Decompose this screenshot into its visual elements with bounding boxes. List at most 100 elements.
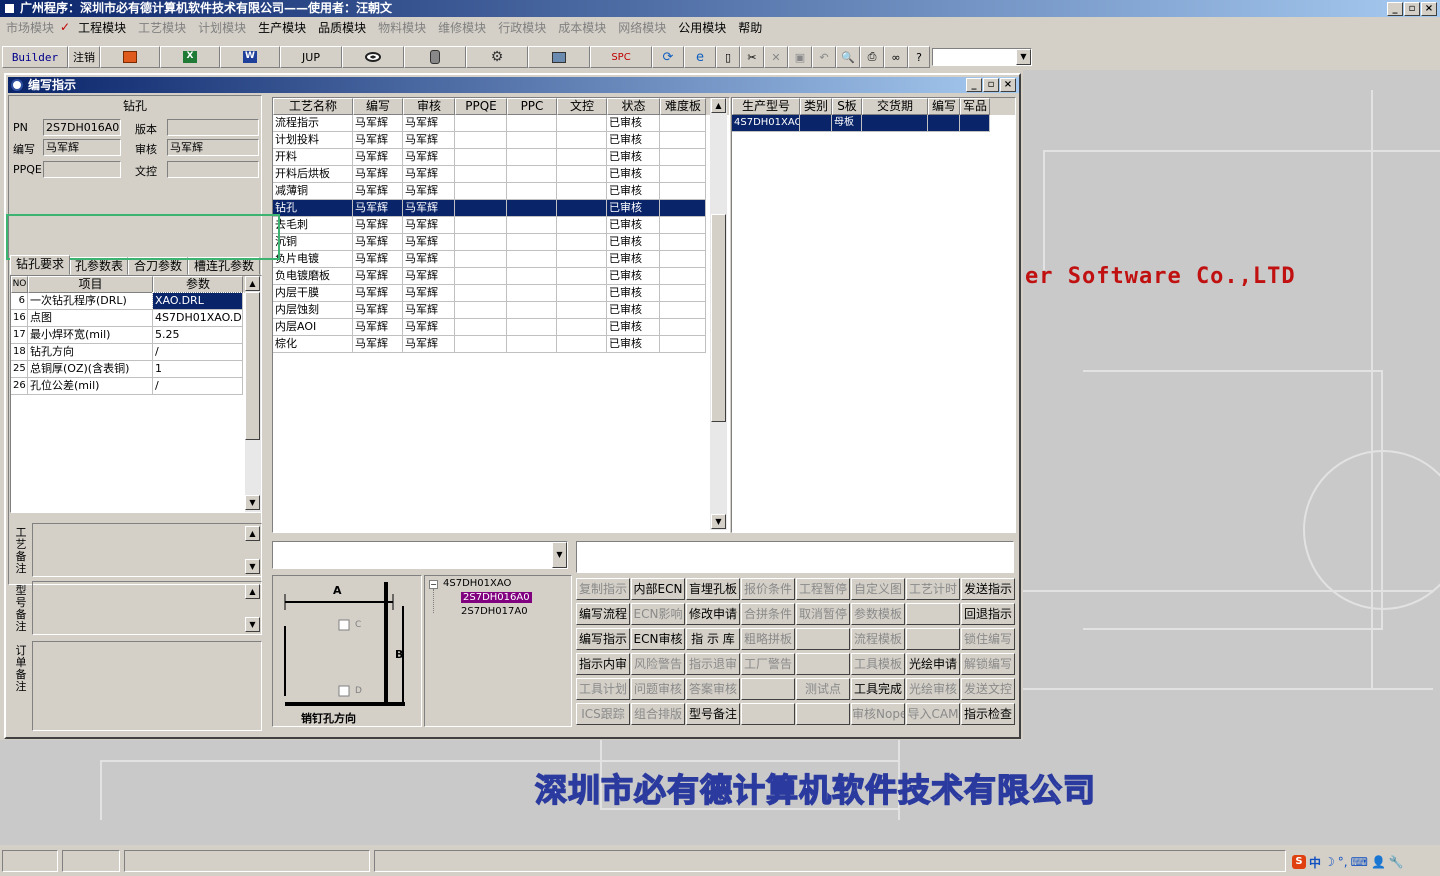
process-row[interactable]: 内层蚀刻 马军辉 马军辉 已审核 bbox=[273, 302, 729, 319]
process-row[interactable]: 减薄铜 马军辉 马军辉 已审核 bbox=[273, 183, 729, 200]
action-button[interactable]: 指 示 库 bbox=[686, 628, 740, 650]
action-button[interactable] bbox=[906, 603, 960, 625]
process-row[interactable]: 内层AOI 马军辉 马军辉 已审核 bbox=[273, 319, 729, 336]
preview-button[interactable]: 🔍 bbox=[836, 46, 860, 68]
action-button[interactable]: 取消暂停 bbox=[796, 603, 850, 625]
menu-item[interactable]: 物料模块 bbox=[372, 19, 432, 36]
scroll-down-icon[interactable]: ▼ bbox=[245, 495, 260, 510]
param-row[interactable]: 17 最小焊环宽(mil) 5.25 bbox=[11, 327, 261, 344]
process-col-header[interactable]: 状态 bbox=[607, 98, 660, 115]
order-note-box[interactable] bbox=[32, 641, 262, 731]
action-button[interactable]: 审核Nope bbox=[851, 703, 905, 725]
action-button[interactable]: 测试点 bbox=[796, 678, 850, 700]
action-button[interactable] bbox=[741, 703, 795, 725]
param-row[interactable]: 25 总铜厚(OZ)(含表铜) 1 bbox=[11, 361, 261, 378]
process-row[interactable]: 流程指示 马军辉 马军辉 已审核 bbox=[273, 115, 729, 132]
find-button[interactable]: ∞ bbox=[884, 46, 908, 68]
action-button[interactable]: 工艺计时 bbox=[906, 578, 960, 600]
reviewer-field[interactable]: 马军辉 bbox=[167, 139, 259, 156]
action-button[interactable]: 导入CAM bbox=[906, 703, 960, 725]
action-button[interactable]: 修改申请 bbox=[686, 603, 740, 625]
action-button[interactable]: 合拼条件 bbox=[741, 603, 795, 625]
tree-root[interactable]: 4S7DH01XAO bbox=[443, 578, 511, 589]
action-button[interactable]: 复制指示 bbox=[576, 578, 630, 600]
tab-slot-params[interactable]: 槽连孔参数 bbox=[188, 257, 260, 275]
control-field[interactable] bbox=[167, 161, 259, 178]
close-button[interactable]: × bbox=[1421, 2, 1437, 16]
action-button[interactable]: 发送文控 bbox=[961, 678, 1015, 700]
product-col-header[interactable]: 交货期 bbox=[862, 98, 928, 115]
product-row[interactable]: 4S7DH01XAO 母板 bbox=[732, 115, 1015, 132]
remark-input[interactable] bbox=[576, 541, 1014, 573]
action-button[interactable]: 答案审核 bbox=[686, 678, 740, 700]
scroll-up-icon[interactable]: ▲ bbox=[245, 526, 260, 541]
menu-item[interactable]: 市场模块 bbox=[0, 19, 60, 36]
print-button[interactable]: ⎙ bbox=[860, 46, 884, 68]
logout-button[interactable]: 注销 bbox=[68, 46, 100, 68]
menu-item[interactable]: 品质模块 bbox=[312, 19, 372, 36]
param-row[interactable]: 18 钻孔方向 / bbox=[11, 344, 261, 361]
toolbar-combo[interactable]: ▼ bbox=[932, 48, 1032, 66]
process-col-header[interactable]: 审核 bbox=[403, 98, 455, 115]
computer-button[interactable] bbox=[528, 46, 590, 68]
tree-child-selected[interactable]: 2S7DH016A0 bbox=[461, 592, 532, 603]
undo-button[interactable]: ↶ bbox=[812, 46, 836, 68]
action-button[interactable] bbox=[906, 628, 960, 650]
process-row[interactable]: 棕化 马军辉 马军辉 已审核 bbox=[273, 336, 729, 353]
menu-item[interactable]: 工程模块 bbox=[72, 19, 132, 36]
product-col-header[interactable]: 编写 bbox=[928, 98, 960, 115]
word-button[interactable]: W bbox=[220, 46, 280, 68]
child-minimize-button[interactable]: _ bbox=[966, 78, 982, 92]
minimize-button[interactable]: _ bbox=[1387, 2, 1403, 16]
action-button[interactable]: 锁住编写 bbox=[961, 628, 1015, 650]
refresh-button[interactable]: ⟳ bbox=[652, 46, 684, 68]
powerpoint-button[interactable] bbox=[100, 46, 160, 68]
scroll-down-icon[interactable]: ▼ bbox=[245, 617, 260, 632]
tab-tool-params[interactable]: 合刀参数 bbox=[128, 257, 188, 275]
action-button[interactable] bbox=[796, 653, 850, 675]
product-col-header[interactable]: 生产型号 bbox=[732, 98, 800, 115]
action-button[interactable]: ECN审核 bbox=[631, 628, 685, 650]
action-button[interactable]: 发送指示 bbox=[961, 578, 1015, 600]
menu-item[interactable]: 帮助 bbox=[732, 19, 768, 36]
tab-hole-params[interactable]: 孔参数表 bbox=[70, 257, 128, 275]
author-field[interactable]: 马军辉 bbox=[43, 139, 121, 156]
action-button[interactable]: 型号备注 bbox=[686, 703, 740, 725]
jup-button[interactable]: JUP bbox=[280, 46, 342, 68]
action-button[interactable]: 指示退审 bbox=[686, 653, 740, 675]
scroll-up-icon[interactable]: ▲ bbox=[711, 98, 726, 113]
process-row[interactable]: 去毛刺 马军辉 马军辉 已审核 bbox=[273, 217, 729, 234]
pn-field[interactable]: 2S7DH016A0 bbox=[43, 119, 121, 136]
database-button[interactable] bbox=[404, 46, 466, 68]
tab-drill-requirements[interactable]: 钻孔要求 bbox=[10, 255, 70, 275]
menu-item[interactable]: 生产模块 bbox=[252, 19, 312, 36]
menu-item[interactable]: 行政模块 bbox=[492, 19, 552, 36]
child-close-button[interactable]: × bbox=[1000, 78, 1016, 92]
scroll-down-icon[interactable]: ▼ bbox=[711, 514, 726, 529]
process-col-header[interactable]: PPQE bbox=[455, 98, 507, 115]
action-button[interactable]: 组合排版 bbox=[631, 703, 685, 725]
product-col-header[interactable]: 类别 bbox=[800, 98, 832, 115]
action-button[interactable] bbox=[796, 628, 850, 650]
action-button[interactable]: 编写指示 bbox=[576, 628, 630, 650]
scroll-up-icon[interactable]: ▲ bbox=[245, 276, 260, 291]
action-button[interactable]: 盲埋孔板 bbox=[686, 578, 740, 600]
process-row[interactable]: 钻孔 马军辉 马军辉 已审核 bbox=[273, 200, 729, 217]
scroll-up-icon[interactable]: ▲ bbox=[245, 584, 260, 599]
action-button[interactable]: 指示检查 bbox=[961, 703, 1015, 725]
action-button[interactable]: 流程模板 bbox=[851, 628, 905, 650]
action-button[interactable]: 编写流程 bbox=[576, 603, 630, 625]
action-button[interactable]: 工具完成 bbox=[851, 678, 905, 700]
process-col-header[interactable]: 难度板 bbox=[660, 98, 706, 115]
action-button[interactable]: 工厂警告 bbox=[741, 653, 795, 675]
action-button[interactable]: 工具计划 bbox=[576, 678, 630, 700]
action-button[interactable]: 解锁编写 bbox=[961, 653, 1015, 675]
tools-button[interactable]: ⚙ bbox=[466, 46, 528, 68]
process-row[interactable]: 负电镀磨板 马军辉 马军辉 已审核 bbox=[273, 268, 729, 285]
process-row[interactable]: 开料 马军辉 马军辉 已审核 bbox=[273, 149, 729, 166]
process-col-header[interactable]: 编写 bbox=[353, 98, 403, 115]
action-button[interactable]: 工程暂停 bbox=[796, 578, 850, 600]
restore-button[interactable]: ▫ bbox=[1404, 2, 1420, 16]
menu-item[interactable]: 网络模块 bbox=[612, 19, 672, 36]
menu-item[interactable]: 公用模块 bbox=[672, 19, 732, 36]
